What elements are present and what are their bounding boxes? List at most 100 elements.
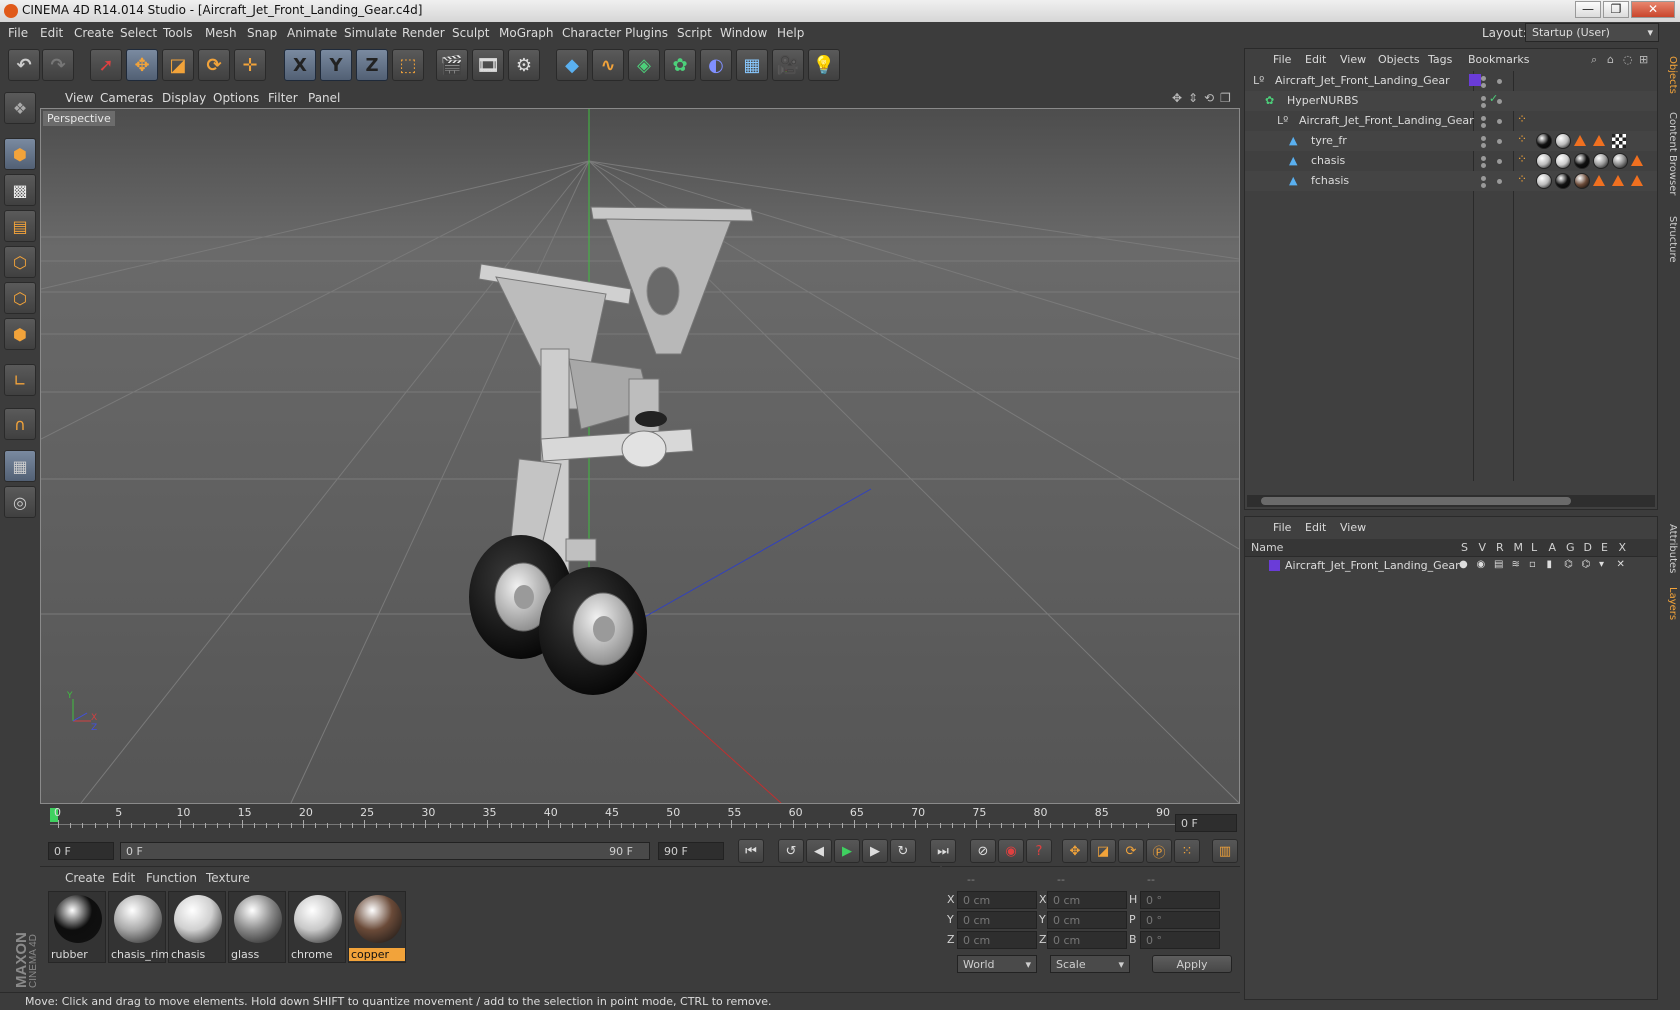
phong-tag-icon[interactable]: ⁘	[1517, 172, 1527, 186]
floor-button[interactable]: ▦	[736, 49, 768, 81]
scale-tool-button[interactable]: ◪	[162, 49, 194, 81]
coordinate-value-field[interactable]: 0 cm	[957, 911, 1037, 929]
viewport-menu-cameras[interactable]: Cameras	[100, 91, 153, 105]
viewport-pan-icon[interactable]: ✥	[1172, 91, 1182, 105]
enabled-check-icon[interactable]: ✓	[1489, 92, 1498, 105]
layer-column-l[interactable]: L	[1531, 541, 1537, 554]
maximize-button[interactable]: ❐	[1603, 1, 1629, 18]
search-icon[interactable]: ⌕	[1591, 53, 1597, 67]
menu-script[interactable]: Script	[677, 26, 712, 40]
material-menu-edit[interactable]: Edit	[112, 871, 135, 885]
redo-button[interactable]: ↷	[42, 49, 74, 81]
render-visibility-dot[interactable]	[1481, 103, 1486, 108]
material-menu-function[interactable]: Function	[146, 871, 197, 885]
render-visibility-dot[interactable]	[1481, 183, 1486, 188]
record-pla-button[interactable]: ⁙	[1174, 839, 1200, 863]
layer-flag-icon[interactable]: ≋	[1512, 559, 1520, 570]
apply-button[interactable]: Apply	[1152, 955, 1232, 973]
coordinate-value-field[interactable]: 0 °	[1140, 891, 1220, 909]
layer-flag-icon[interactable]: ⌬	[1582, 559, 1591, 570]
layer-flag-icon[interactable]: ◉	[1477, 559, 1486, 570]
layout-select[interactable]: Startup (User) ▾	[1525, 23, 1659, 42]
material-menu-texture[interactable]: Texture	[206, 871, 250, 885]
phong-tag-icon[interactable]: ⁘	[1517, 152, 1527, 166]
object-row[interactable]: ▲ tyre_fr ⁘	[1245, 131, 1657, 151]
menu-select[interactable]: Select	[120, 26, 157, 40]
layer-color-swatch[interactable]	[1469, 74, 1481, 86]
material-swatch[interactable]: chasis	[168, 891, 226, 963]
preview-range-slider[interactable]: 0 F 90 F	[120, 842, 650, 860]
go-to-end-button[interactable]: ⏭	[930, 839, 956, 863]
keyframe-selection-button[interactable]: ?	[1026, 839, 1052, 863]
editor-visibility-dot[interactable]	[1481, 116, 1486, 121]
layer-flag-icon[interactable]: ✕	[1617, 559, 1625, 570]
texture-tag-icon[interactable]	[1555, 133, 1571, 149]
menu-tools[interactable]: Tools	[163, 26, 193, 40]
next-frame-button[interactable]: ▶	[862, 839, 888, 863]
layer-column-d[interactable]: D	[1584, 541, 1592, 554]
coordinate-value-field[interactable]: 0 cm	[1047, 931, 1127, 949]
subdivision-surface-button[interactable]: ◈	[628, 49, 660, 81]
edges-mode-button[interactable]: ⬡	[4, 282, 36, 314]
undo-button[interactable]: ↶	[8, 49, 40, 81]
selection-tag-icon[interactable]	[1593, 175, 1605, 186]
layer-column-name[interactable]: Name	[1251, 541, 1283, 554]
tab-objects[interactable]: Objects	[1662, 50, 1678, 100]
layer-column-r[interactable]: R	[1496, 541, 1504, 554]
end-frame-field[interactable]: 90 F	[658, 842, 724, 860]
phong-tag-icon[interactable]: ⁘	[1517, 132, 1527, 146]
start-frame-field[interactable]: 0 F	[48, 842, 114, 860]
texture-tag-icon[interactable]	[1612, 153, 1628, 169]
enable-toggle-dot[interactable]	[1497, 79, 1502, 84]
rotate-tool-button[interactable]: ⟳	[198, 49, 230, 81]
menu-create[interactable]: Create	[74, 26, 114, 40]
current-frame-field[interactable]: 0 F	[1175, 814, 1237, 832]
z-axis-button[interactable]: Z	[356, 49, 388, 81]
close-button[interactable]: ✕	[1631, 1, 1675, 18]
record-parameter-button[interactable]: Ⓟ	[1146, 839, 1172, 863]
editor-visibility-dot[interactable]	[1481, 76, 1486, 81]
next-key-button[interactable]: ↻	[890, 839, 916, 863]
go-to-start-button[interactable]: ⏮	[738, 839, 764, 863]
layer-flag-icon[interactable]: ●	[1459, 559, 1468, 570]
menu-help[interactable]: Help	[777, 26, 804, 40]
tab-layers[interactable]: Layers	[1662, 584, 1678, 624]
previous-frame-button[interactable]: ◀	[806, 839, 832, 863]
objects-menu-bookmarks[interactable]: Bookmarks	[1468, 53, 1529, 66]
workplane-mode-button[interactable]: ▤	[4, 210, 36, 242]
editor-visibility-dot[interactable]	[1481, 156, 1486, 161]
eye-icon[interactable]: ◌	[1623, 53, 1633, 66]
layer-column-s[interactable]: S	[1461, 541, 1468, 554]
tab-attributes[interactable]: Attributes	[1662, 519, 1678, 579]
menu-sculpt[interactable]: Sculpt	[452, 26, 489, 40]
menu-animate[interactable]: Animate	[287, 26, 337, 40]
viewport-menu-display[interactable]: Display	[162, 91, 206, 105]
phong-tag-icon[interactable]: ⁘	[1517, 112, 1527, 126]
viewport-rotate-icon[interactable]: ⟲	[1204, 91, 1214, 105]
menu-snap[interactable]: Snap	[247, 26, 277, 40]
viewport-zoom-icon[interactable]: ⇕	[1188, 91, 1198, 105]
object-row[interactable]: Lº Aircraft_Jet_Front_Landing_Gear ⁘	[1245, 111, 1657, 131]
coordinate-value-field[interactable]: 0 °	[1140, 931, 1220, 949]
layer-flag-icon[interactable]: ▫	[1529, 559, 1536, 570]
tab-content-browser[interactable]: Content Browser	[1662, 104, 1678, 204]
selection-tag-icon[interactable]	[1574, 135, 1586, 146]
layer-row[interactable]: Aircraft_Jet_Front_Landing_Gear ● ◉ ▤ ≋ ▫ ▮ ⌬ ⌬ ▾…	[1245, 557, 1657, 575]
x-axis-button[interactable]: X	[284, 49, 316, 81]
render-visibility-dot[interactable]	[1481, 163, 1486, 168]
tab-structure[interactable]: Structure	[1662, 209, 1678, 269]
menu-character[interactable]: Character	[562, 26, 621, 40]
layer-flag-icon[interactable]: ⌬	[1564, 559, 1573, 570]
object-row[interactable]: ▲ chasis ⁘	[1245, 151, 1657, 171]
viewport-menu-options[interactable]: Options	[213, 91, 259, 105]
layer-column-e[interactable]: E	[1601, 541, 1608, 554]
texture-tag-icon[interactable]	[1536, 153, 1552, 169]
enable-toggle-dot[interactable]	[1497, 139, 1502, 144]
menu-file[interactable]: File	[8, 26, 28, 40]
layer-column-g[interactable]: G	[1566, 541, 1575, 554]
coordinate-value-field[interactable]: 0 cm	[1047, 911, 1127, 929]
autokeying-button[interactable]: ◉	[998, 839, 1024, 863]
minimize-button[interactable]: —	[1575, 1, 1601, 18]
axis-mode-button[interactable]: ∟	[4, 364, 36, 396]
enable-toggle-dot[interactable]	[1497, 159, 1502, 164]
